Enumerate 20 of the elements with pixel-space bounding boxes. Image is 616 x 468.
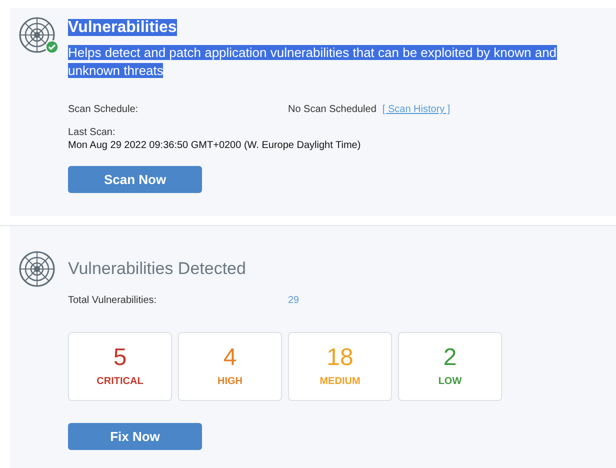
- severity-label: MEDIUM: [320, 375, 360, 389]
- scan-now-button[interactable]: Scan Now: [68, 166, 202, 193]
- last-scan-label: Last Scan:: [68, 127, 116, 139]
- panel-description: Helps detect and patch application vulnerabilities that can be exploited by known and unknown threats: [68, 44, 558, 80]
- severity-count: 5: [113, 344, 127, 372]
- severity-count: 2: [443, 344, 457, 372]
- severity-label: LOW: [438, 375, 462, 389]
- schedule-value: No Scan Scheduled: [288, 103, 376, 117]
- schedule-label: Scan Schedule:: [68, 103, 140, 117]
- panel-title: Vulnerabilities: [68, 19, 177, 36]
- total-count-link[interactable]: 29: [288, 293, 300, 308]
- total-label: Total Vulnerabilities:: [68, 294, 158, 308]
- severity-count: 4: [223, 344, 237, 372]
- last-scan-value: Mon Aug 29 2022 09:36:50 GMT+0200 (W. Europe Daylight Time): [68, 139, 361, 152]
- panel-title: Vulnerabilities Detected: [68, 259, 246, 279]
- fix-now-button[interactable]: Fix Now: [68, 423, 202, 450]
- severity-label: HIGH: [218, 375, 242, 389]
- scan-history-link[interactable]: [ Scan History ]: [382, 102, 450, 117]
- severity-count: 18: [326, 344, 354, 372]
- severity-label: CRITICAL: [96, 375, 144, 389]
